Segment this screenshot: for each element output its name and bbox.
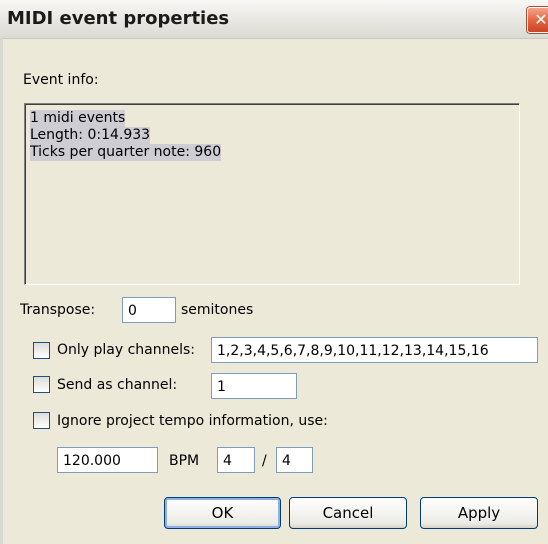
close-icon: ✕	[534, 10, 548, 29]
ok-button[interactable]: OK	[164, 497, 281, 529]
bpm-label: BPM	[169, 453, 200, 469]
window-frame	[0, 38, 3, 544]
only-play-channels-checkbox[interactable]	[33, 342, 50, 359]
event-info-line: Length: 0:14.933	[30, 127, 151, 144]
bpm-input[interactable]: 120.000	[57, 447, 158, 473]
time-signature-denominator-input[interactable]: 4	[276, 447, 313, 473]
event-info-line: Ticks per quarter note: 960	[30, 144, 222, 161]
ignore-tempo-label: Ignore project tempo information, use:	[57, 413, 328, 429]
time-signature-slash: /	[262, 453, 267, 469]
send-as-channel-label: Send as channel:	[57, 377, 178, 393]
send-as-channel-checkbox[interactable]	[33, 376, 50, 393]
ignore-tempo-checkbox[interactable]	[33, 412, 50, 429]
window-title: MIDI event properties	[7, 8, 230, 29]
channels-input[interactable]: 1,2,3,4,5,6,7,8,9,10,11,12,13,14,15,16	[211, 337, 538, 363]
close-button[interactable]: ✕	[527, 7, 548, 33]
only-play-channels-label: Only play channels:	[57, 342, 196, 358]
event-info-box[interactable]: 1 midi events Length: 0:14.933 Ticks per…	[24, 103, 520, 285]
cancel-button[interactable]: Cancel	[289, 497, 407, 529]
title-bar: MIDI event properties ✕	[0, 0, 548, 39]
event-info-label: Event info:	[23, 72, 99, 88]
apply-button[interactable]: Apply	[420, 497, 538, 529]
transpose-input[interactable]: 0	[122, 297, 176, 323]
send-channel-input[interactable]: 1	[211, 373, 297, 399]
time-signature-numerator-input[interactable]: 4	[217, 447, 255, 473]
event-info-line: 1 midi events	[30, 110, 126, 127]
transpose-label: Transpose:	[20, 302, 96, 318]
semitones-label: semitones	[181, 302, 254, 318]
